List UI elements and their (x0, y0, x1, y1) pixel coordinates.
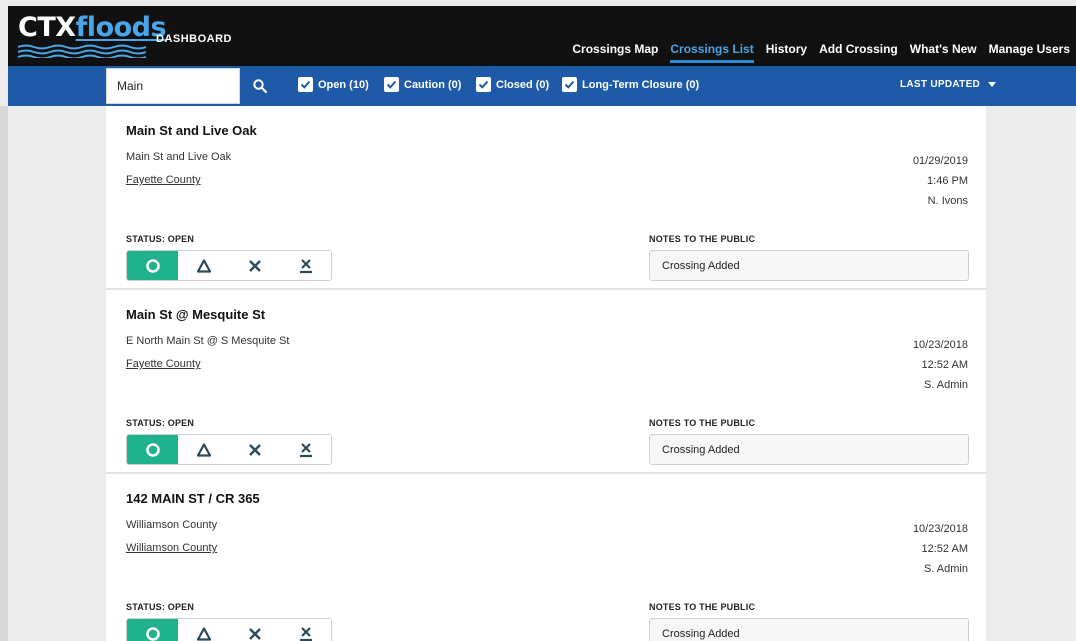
crossing-title: Main St and Live Oak (126, 123, 257, 138)
crossing-card: Main St @ Mesquite St E North Main St @ … (106, 290, 986, 474)
closed-x-icon (248, 443, 261, 456)
open-circle-icon (145, 626, 160, 641)
crossing-address: Williamson County (126, 519, 218, 531)
top-header: CTXfloods DASHBOARD Crossings Map Crossi… (8, 6, 1076, 66)
nav-crossings-list[interactable]: Crossings List (670, 42, 754, 63)
nav-whats-new[interactable]: What's New (910, 42, 977, 63)
nav-crossings-map[interactable]: Crossings Map (572, 42, 658, 63)
checkbox-checked-icon[interactable] (562, 77, 577, 92)
filter-caution-label: Caution (0) (404, 78, 462, 91)
chevron-down-icon (988, 82, 997, 87)
updated-time: 12:52 AM (921, 359, 968, 371)
crossing-meta: 10/23/2018 12:52 AM S. Admin (913, 335, 968, 395)
notes-label: NOTES TO THE PUBLIC (649, 418, 756, 428)
caution-triangle-icon (196, 442, 211, 457)
filter-open-label: Open (10) (318, 78, 369, 91)
logo-text-floods: floods (75, 12, 167, 43)
sort-dropdown[interactable]: LAST UPDATED (900, 79, 997, 90)
crossing-title: 142 MAIN ST / CR 365 (126, 491, 260, 506)
crossing-county-link[interactable]: Fayette County (126, 358, 201, 370)
filter-closed-label: Closed (0) (496, 78, 550, 91)
updated-time: 1:46 PM (927, 175, 968, 187)
sort-label: LAST UPDATED (900, 79, 981, 90)
logo[interactable]: CTXfloods (18, 10, 167, 58)
search-icon (253, 79, 267, 93)
status-label: STATUS: OPEN (126, 234, 195, 244)
nav-add-crossing[interactable]: Add Crossing (819, 42, 898, 63)
caution-triangle-icon (196, 258, 211, 273)
long-term-closure-icon (299, 442, 312, 457)
notes-input[interactable] (649, 250, 969, 281)
filter-bar: Open (10) Caution (0) Closed (0) Long-Te… (8, 66, 1076, 106)
updated-date: 10/23/2018 (912, 523, 968, 535)
status-label: STATUS: OPEN (126, 418, 195, 428)
left-gutter (0, 106, 8, 641)
status-long-term-button[interactable] (280, 619, 331, 641)
updated-time: 12:52 AM (921, 543, 968, 555)
notes-label: NOTES TO THE PUBLIC (649, 234, 756, 244)
closed-x-icon (248, 259, 261, 272)
status-open-button[interactable] (127, 619, 178, 641)
checkbox-checked-icon[interactable] (476, 77, 491, 92)
crossing-address: Main St and Live Oak (126, 151, 232, 163)
status-label: STATUS: OPEN (126, 602, 195, 612)
open-circle-icon (145, 442, 160, 457)
long-term-closure-icon (299, 258, 312, 273)
caution-triangle-icon (196, 626, 211, 641)
status-toggle (126, 250, 332, 281)
crossing-county-link[interactable]: Williamson County (126, 542, 217, 554)
crossing-card: Main St and Live Oak Main St and Live Oa… (106, 106, 986, 290)
filter-open[interactable]: Open (10) (298, 77, 369, 92)
crossing-county-link[interactable]: Fayette County (126, 174, 201, 186)
closed-x-icon (248, 627, 261, 640)
status-long-term-button[interactable] (280, 435, 331, 464)
notes-input[interactable] (649, 434, 969, 465)
status-open-button[interactable] (127, 251, 178, 280)
status-caution-button[interactable] (178, 619, 229, 641)
status-long-term-button[interactable] (280, 251, 331, 280)
notes-label: NOTES TO THE PUBLIC (649, 602, 756, 612)
updated-date: 10/23/2018 (912, 339, 968, 351)
notes-input[interactable] (649, 618, 969, 641)
crossing-meta: 10/23/2018 12:52 AM S. Admin (913, 519, 968, 579)
crossing-address: E North Main St @ S Mesquite St (126, 335, 290, 347)
logo-waves-icon (18, 44, 146, 58)
status-closed-button[interactable] (229, 251, 280, 280)
checkbox-checked-icon[interactable] (298, 77, 313, 92)
main-nav: Crossings Map Crossings List History Add… (566, 42, 1076, 63)
checkbox-checked-icon[interactable] (384, 77, 399, 92)
updated-by: S. Admin (923, 379, 968, 391)
filter-long-term-closure[interactable]: Long-Term Closure (0) (562, 77, 699, 92)
updated-by: S. Admin (923, 563, 968, 575)
crossings-list: Main St and Live Oak Main St and Live Oa… (106, 106, 986, 641)
crossing-card: 142 MAIN ST / CR 365 Williamson County W… (106, 474, 986, 641)
search-button[interactable] (240, 68, 280, 104)
status-caution-button[interactable] (178, 435, 229, 464)
status-toggle (126, 618, 332, 641)
filter-closed[interactable]: Closed (0) (476, 77, 549, 92)
nav-history[interactable]: History (766, 42, 807, 63)
updated-date: 01/29/2019 (912, 155, 968, 167)
search-input[interactable] (106, 68, 240, 104)
crossing-meta: 01/29/2019 1:46 PM N. Ivons (913, 151, 968, 211)
nav-manage-users[interactable]: Manage Users (989, 42, 1070, 63)
filter-caution[interactable]: Caution (0) (384, 77, 461, 92)
logo-text-ctx: CTX (18, 12, 76, 43)
section-label: DASHBOARD (156, 33, 232, 45)
filter-long-term-closure-label: Long-Term Closure (0) (582, 78, 700, 91)
crossing-title: Main St @ Mesquite St (126, 307, 266, 322)
status-caution-button[interactable] (178, 251, 229, 280)
status-closed-button[interactable] (229, 435, 280, 464)
status-open-button[interactable] (127, 435, 178, 464)
open-circle-icon (145, 258, 160, 273)
long-term-closure-icon (299, 626, 312, 641)
status-closed-button[interactable] (229, 619, 280, 641)
status-toggle (126, 434, 332, 465)
updated-by: N. Ivons (927, 195, 968, 207)
